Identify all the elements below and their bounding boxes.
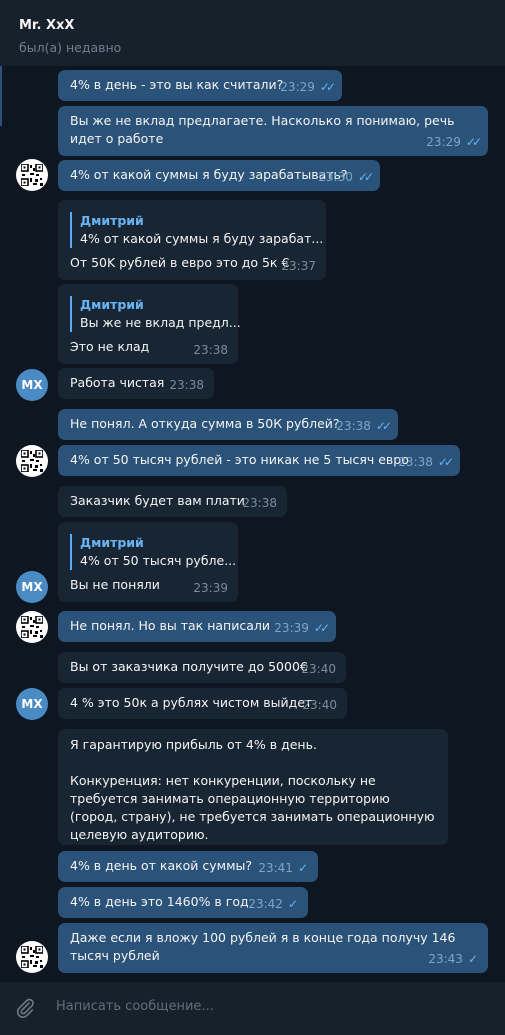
- message-time: 23:40: [301, 662, 336, 676]
- double-check-icon: ✓✓: [437, 455, 454, 469]
- qr-code-icon: [21, 450, 43, 472]
- single-check-icon: ✓: [297, 861, 308, 875]
- message-time: 23:38: [336, 419, 371, 433]
- message-time: 23:39: [274, 621, 309, 635]
- message-time: 23:29: [280, 80, 315, 94]
- message-incoming[interactable]: Дмитрий Вы же не вклад предл... Это не к…: [58, 284, 241, 364]
- message-incoming[interactable]: Работа чистая 23:38: [58, 368, 214, 399]
- chat-header[interactable]: Mr. XxX был(а) недавно: [0, 0, 505, 66]
- message-incoming[interactable]: Дмитрий 4% от какой суммы я буду зарабат…: [58, 200, 326, 280]
- message-time: 23:37: [281, 259, 316, 273]
- message-outgoing[interactable]: Даже если я вложу 100 рублей я в конце г…: [58, 923, 488, 973]
- message-text: 4% от 50 тысяч рублей - это никак не 5 т…: [70, 452, 409, 467]
- message-outgoing[interactable]: 4% в день - это вы как считали? 23:29 ✓✓: [58, 70, 342, 101]
- single-check-icon: ✓: [467, 952, 478, 966]
- message-time: 23:30: [318, 170, 353, 184]
- message-text: Даже если я вложу 100 рублей я в конце г…: [70, 930, 460, 963]
- qr-code-icon: [21, 164, 43, 186]
- double-check-icon: ✓✓: [375, 419, 392, 433]
- message-outgoing[interactable]: 4% от 50 тысяч рублей - это никак не 5 т…: [58, 445, 460, 476]
- qr-avatar[interactable]: [16, 611, 48, 643]
- message-incoming[interactable]: 4 % это 50к а рублях чистом выйдет 23:40: [58, 688, 347, 719]
- reply-snippet: 4% от какой суммы я буду зарабат...: [80, 231, 324, 246]
- message-incoming[interactable]: Дмитрий 4% от 50 тысяч рубле... Вы не по…: [58, 522, 238, 602]
- qr-avatar[interactable]: [16, 941, 48, 973]
- message-incoming[interactable]: Я гарантирую прибыль от 4% в день. Конку…: [58, 729, 448, 845]
- message-outgoing[interactable]: 4% от какой суммы я буду зарабатывать? 2…: [58, 160, 380, 191]
- message-outgoing[interactable]: 4% в день от какой суммы? 23:41 ✓: [58, 851, 318, 882]
- user-avatar[interactable]: MX: [16, 369, 48, 401]
- double-check-icon: ✓✓: [357, 170, 374, 184]
- message-outgoing[interactable]: Вы же не вклад предлагаете. Насколько я …: [58, 106, 488, 156]
- message-time: 23:43: [428, 952, 463, 966]
- message-time: 23:38: [398, 455, 433, 469]
- message-time: 23:38: [242, 496, 277, 510]
- message-time: 23:29: [426, 135, 461, 149]
- user-avatar[interactable]: MX: [16, 571, 48, 603]
- reply-author: Дмитрий: [80, 297, 144, 312]
- qr-avatar[interactable]: [16, 445, 48, 477]
- reply-author: Дмитрий: [80, 213, 144, 228]
- scroll-indicator[interactable]: [0, 66, 2, 126]
- reply-snippet: 4% от 50 тысяч рубле...: [80, 553, 237, 568]
- reply-snippet: Вы же не вклад предл...: [80, 315, 241, 330]
- double-check-icon: ✓✓: [465, 135, 482, 149]
- message-time: 23:38: [169, 378, 204, 392]
- message-time: 23:41: [258, 861, 293, 875]
- reply-quote[interactable]: Дмитрий Вы же не вклад предл...: [70, 296, 241, 332]
- message-time: 23:42: [248, 897, 283, 911]
- message-text: Вы же не вклад предлагаете. Насколько я …: [70, 113, 459, 146]
- message-input[interactable]: Написать сообщение...: [56, 999, 214, 1014]
- qr-code-icon: [21, 946, 43, 968]
- double-check-icon: ✓✓: [319, 80, 336, 94]
- message-outgoing[interactable]: 4% в день это 1460% в год 23:42 ✓: [58, 887, 308, 918]
- double-check-icon: ✓✓: [313, 621, 330, 635]
- message-outgoing[interactable]: Не понял. Но вы так написали 23:39 ✓✓: [58, 611, 336, 642]
- user-avatar[interactable]: MX: [16, 688, 48, 720]
- message-text: От 50K рублей в евро это до 5к €: [70, 255, 290, 270]
- message-text: Вы от заказчика получите до 5000€: [70, 659, 308, 674]
- reply-quote[interactable]: Дмитрий 4% от какой суммы я буду зарабат…: [70, 212, 324, 248]
- last-seen-status: был(а) недавно: [19, 40, 122, 55]
- message-time: 23:38: [193, 343, 228, 357]
- message-time: 23:40: [302, 698, 337, 712]
- message-composer[interactable]: Написать сообщение...: [0, 981, 505, 1035]
- message-time: 23:39: [193, 581, 228, 595]
- reply-author: Дмитрий: [80, 535, 144, 550]
- message-incoming[interactable]: Вы от заказчика получите до 5000€ 23:40: [58, 652, 346, 683]
- message-text: Я гарантирую прибыль от 4% в день. Конку…: [70, 737, 435, 842]
- attach-icon[interactable]: [14, 997, 36, 1019]
- qr-code-icon: [21, 616, 43, 638]
- single-check-icon: ✓: [287, 897, 298, 911]
- qr-avatar[interactable]: [16, 159, 48, 191]
- message-outgoing[interactable]: Не понял. А откуда сумма в 50К рублей? 2…: [58, 409, 398, 440]
- chat-title: Mr. XxX: [19, 18, 75, 33]
- message-list[interactable]: 4% в день - это вы как считали? 23:29 ✓✓ …: [0, 66, 505, 981]
- reply-quote[interactable]: Дмитрий 4% от 50 тысяч рубле...: [70, 534, 237, 570]
- message-text: 4 % это 50к а рублях чистом выйдет: [70, 695, 313, 710]
- message-incoming[interactable]: Заказчик будет вам плати 23:38: [58, 486, 287, 517]
